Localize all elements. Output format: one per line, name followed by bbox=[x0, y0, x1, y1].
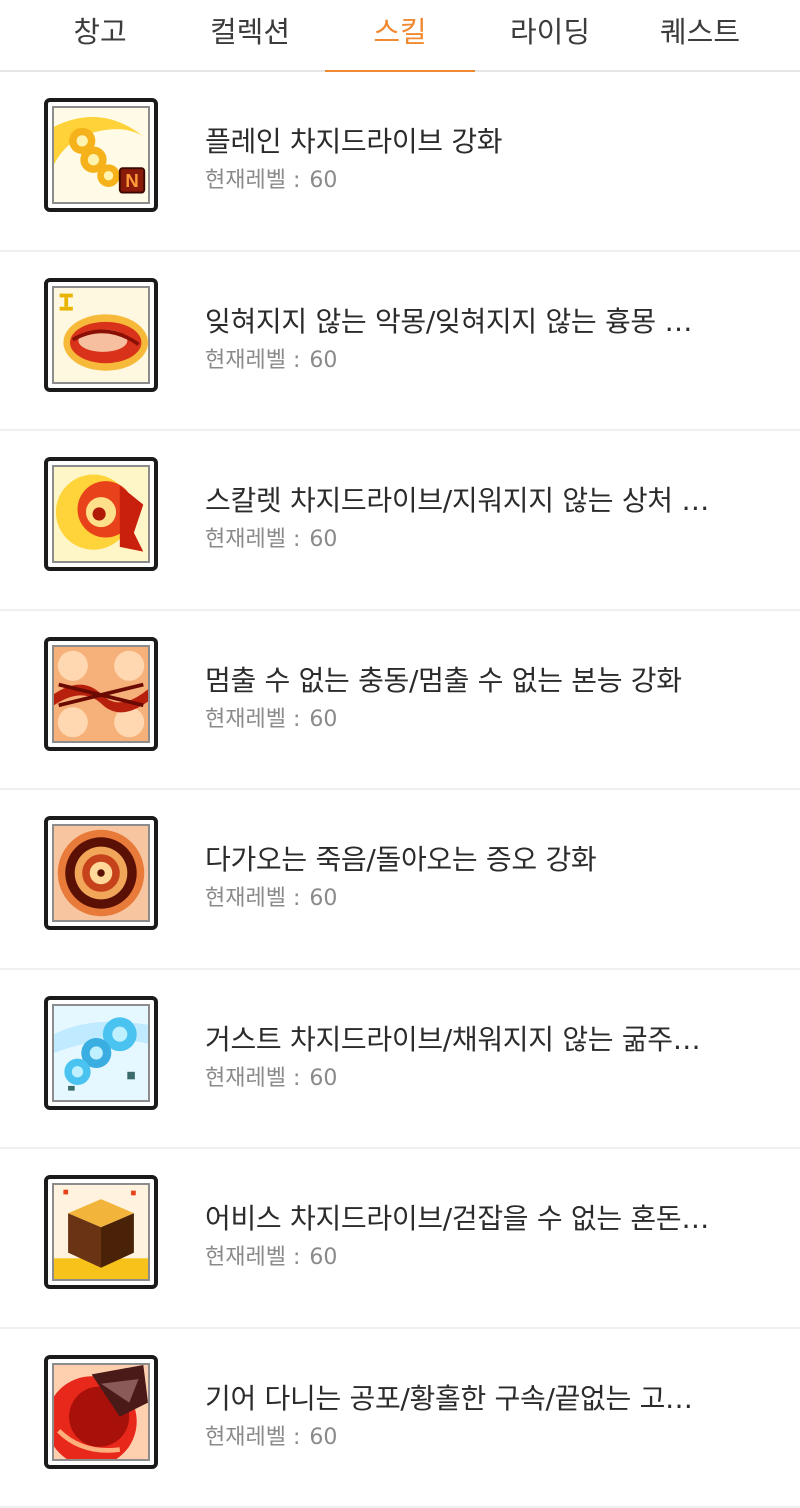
level-prefix: 현재레벨 : bbox=[205, 168, 300, 193]
nightmare-slash-icon bbox=[52, 286, 150, 384]
level-value: 60 bbox=[309, 348, 337, 373]
level-prefix: 현재레벨 : bbox=[205, 1245, 300, 1270]
death-orb-icon bbox=[52, 824, 150, 922]
level-prefix: 현재레벨 : bbox=[205, 1066, 300, 1091]
svg-text:N: N bbox=[125, 170, 139, 191]
list-item[interactable]: 스칼렛 차지드라이브/지워지지 않는 상처 … 현재레벨 : 60 bbox=[0, 431, 800, 611]
list-item[interactable]: 기어 다니는 공포/황홀한 구속/끝없는 고… 현재레벨 : 60 bbox=[0, 1329, 800, 1508]
skill-level: 현재레벨 : 60 bbox=[205, 880, 337, 912]
skill-icon-frame bbox=[44, 457, 158, 571]
level-value: 60 bbox=[309, 707, 337, 732]
list-item[interactable]: 어비스 차지드라이브/걷잡을 수 없는 혼돈… 현재레벨 : 60 bbox=[0, 1149, 800, 1329]
skill-icon-frame bbox=[44, 816, 158, 930]
crawling-fear-icon bbox=[52, 1363, 150, 1461]
skill-icon-frame bbox=[44, 1175, 158, 1289]
gust-charge-icon bbox=[52, 1004, 150, 1102]
skill-icon-frame: N bbox=[44, 98, 158, 212]
tab-quest[interactable]: 퀘스트 bbox=[625, 0, 775, 72]
level-value: 60 bbox=[309, 1066, 337, 1091]
tab-label: 스킬 bbox=[373, 9, 426, 51]
scarlet-charge-icon bbox=[52, 465, 150, 563]
impulse-claw-icon bbox=[52, 645, 150, 743]
abyss-cube-icon bbox=[52, 1183, 150, 1281]
level-prefix: 현재레벨 : bbox=[205, 348, 300, 373]
skill-icon-frame bbox=[44, 278, 158, 392]
level-value: 60 bbox=[309, 168, 337, 193]
tab-label: 라이딩 bbox=[510, 9, 590, 51]
list-item[interactable]: N 플레인 차지드라이브 강화 현재레벨 : 60 bbox=[0, 72, 800, 252]
skill-level: 현재레벨 : 60 bbox=[205, 1239, 337, 1271]
skill-icon-frame bbox=[44, 637, 158, 751]
level-prefix: 현재레벨 : bbox=[205, 1425, 300, 1450]
list-item[interactable]: 거스트 차지드라이브/채워지지 않는 굶주… 현재레벨 : 60 bbox=[0, 970, 800, 1150]
skill-level: 현재레벨 : 60 bbox=[205, 1419, 337, 1451]
skill-level: 현재레벨 : 60 bbox=[205, 162, 337, 194]
list-item[interactable]: 잊혀지지 않는 악몽/잊혀지지 않는 흉몽 … 현재레벨 : 60 bbox=[0, 252, 800, 432]
level-value: 60 bbox=[309, 1245, 337, 1270]
level-prefix: 현재레벨 : bbox=[205, 527, 300, 552]
tab-label: 창고 bbox=[73, 9, 126, 51]
skill-level: 현재레벨 : 60 bbox=[205, 342, 337, 374]
skill-name: 기어 다니는 공포/황홀한 구속/끝없는 고… bbox=[205, 1377, 755, 1417]
tab-riding[interactable]: 라이딩 bbox=[475, 0, 625, 72]
list-item[interactable]: 멈출 수 없는 충동/멈출 수 없는 본능 강화 현재레벨 : 60 bbox=[0, 611, 800, 791]
skill-name: 스칼렛 차지드라이브/지워지지 않는 상처 … bbox=[205, 479, 755, 519]
level-value: 60 bbox=[309, 1425, 337, 1450]
skill-name: 어비스 차지드라이브/걷잡을 수 없는 혼돈… bbox=[205, 1197, 755, 1237]
skill-name: 다가오는 죽음/돌아오는 증오 강화 bbox=[205, 838, 755, 878]
skill-name: 플레인 차지드라이브 강화 bbox=[205, 120, 755, 160]
skill-level: 현재레벨 : 60 bbox=[205, 1060, 337, 1092]
level-prefix: 현재레벨 : bbox=[205, 886, 300, 911]
flame-charge-icon: N bbox=[52, 106, 150, 204]
level-prefix: 현재레벨 : bbox=[205, 707, 300, 732]
level-value: 60 bbox=[309, 527, 337, 552]
level-value: 60 bbox=[309, 886, 337, 911]
tab-collection[interactable]: 컬렉션 bbox=[175, 0, 325, 72]
skill-name: 멈출 수 없는 충동/멈출 수 없는 본능 강화 bbox=[205, 659, 755, 699]
tab-bar: 창고 컬렉션 스킬 라이딩 퀘스트 bbox=[0, 0, 800, 72]
skill-name: 잊혀지지 않는 악몽/잊혀지지 않는 흉몽 … bbox=[205, 300, 755, 340]
skill-name: 거스트 차지드라이브/채워지지 않는 굶주… bbox=[205, 1018, 755, 1058]
skill-icon-frame bbox=[44, 1355, 158, 1469]
skill-list: N 플레인 차지드라이브 강화 현재레벨 : 60 잊 bbox=[0, 72, 800, 1508]
tab-skill[interactable]: 스킬 bbox=[325, 0, 475, 72]
list-item[interactable]: 다가오는 죽음/돌아오는 증오 강화 현재레벨 : 60 bbox=[0, 790, 800, 970]
tab-storage[interactable]: 창고 bbox=[25, 0, 175, 72]
skill-level: 현재레벨 : 60 bbox=[205, 701, 337, 733]
skill-level: 현재레벨 : 60 bbox=[205, 521, 337, 553]
tab-label: 퀘스트 bbox=[660, 9, 740, 51]
skill-icon-frame bbox=[44, 996, 158, 1110]
tab-label: 컬렉션 bbox=[210, 9, 290, 51]
